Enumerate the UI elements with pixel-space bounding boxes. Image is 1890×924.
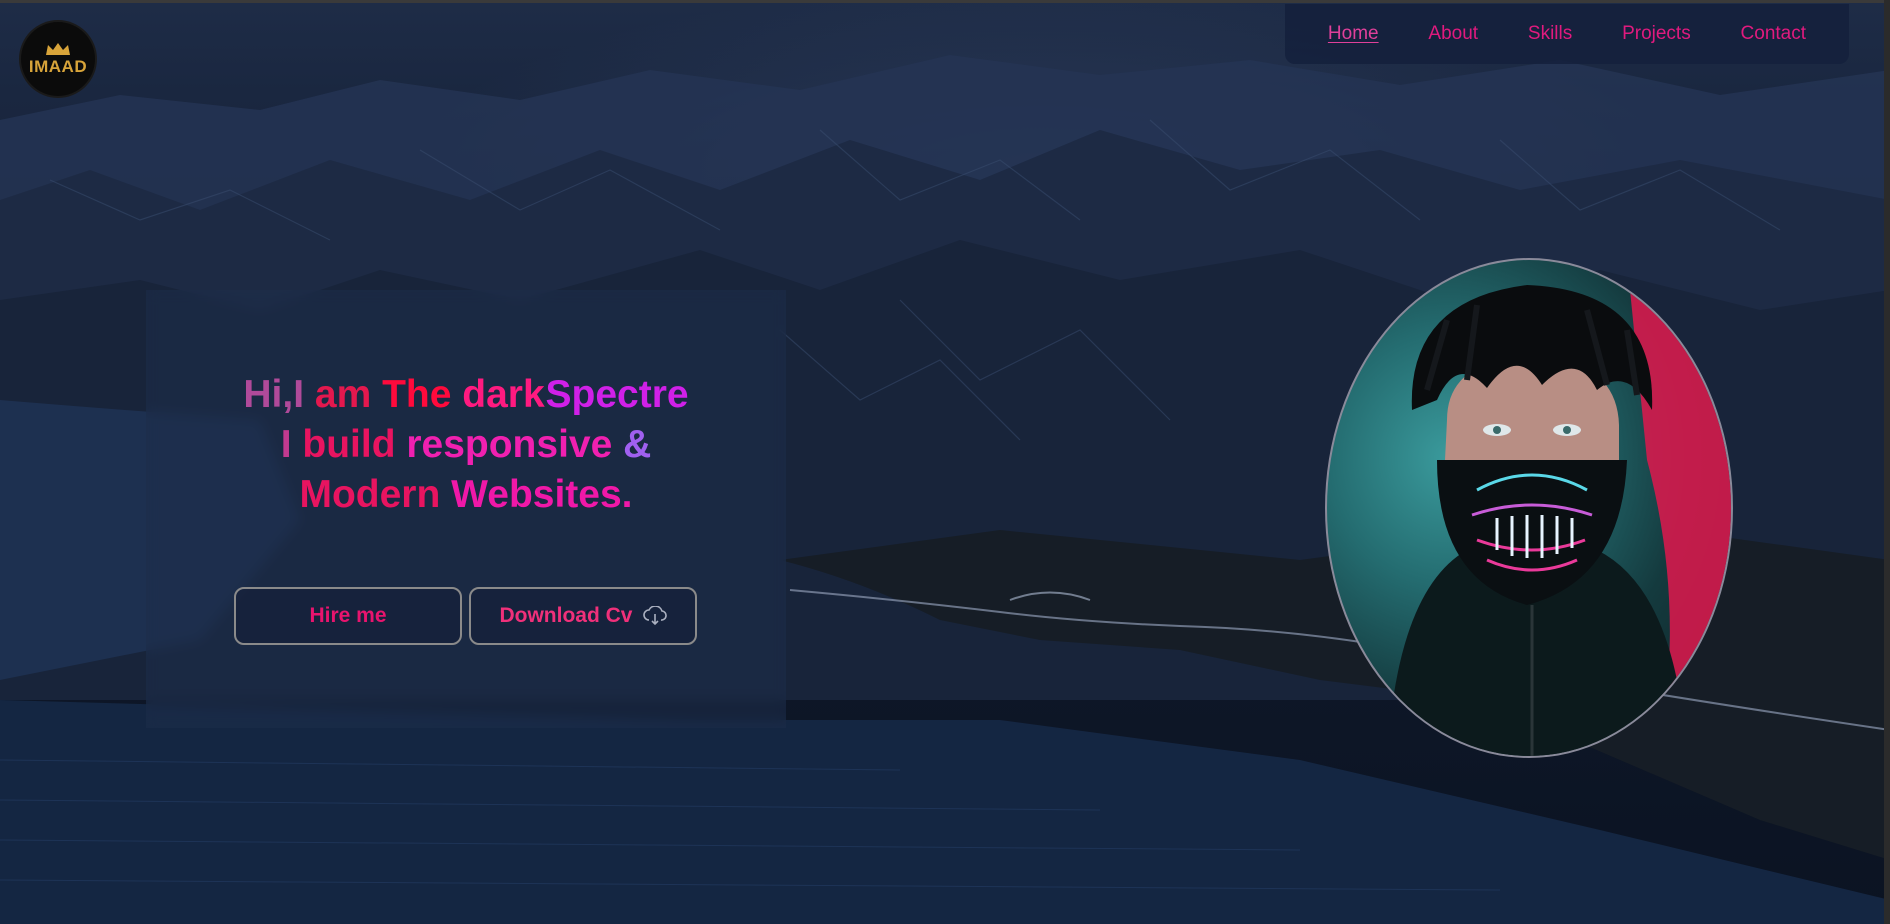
hero-word: responsive bbox=[406, 423, 613, 466]
window-right-edge bbox=[1884, 0, 1890, 924]
hero-line-3: Modern Websites. bbox=[146, 470, 786, 520]
hero-word: I bbox=[280, 423, 292, 466]
hire-me-button[interactable]: Hire me bbox=[234, 587, 462, 645]
hero-word: & bbox=[623, 423, 652, 466]
crown-icon bbox=[46, 42, 70, 55]
logo-text: IMAAD bbox=[28, 56, 88, 76]
hero-line-2: I build responsive & bbox=[146, 420, 786, 470]
main-nav: Home About Skills Projects Contact bbox=[1285, 4, 1849, 64]
window-top-edge bbox=[0, 0, 1890, 3]
download-cv-label: Download Cv bbox=[499, 604, 633, 627]
cloud-download-icon bbox=[642, 606, 667, 626]
hero-word: The bbox=[382, 373, 452, 416]
nav-about[interactable]: About bbox=[1428, 23, 1478, 45]
hero-card: Hi,I am The dark Spectre I build respons… bbox=[146, 290, 786, 728]
hero-line-1: Hi,I am The dark Spectre bbox=[146, 370, 786, 420]
hero-word: Hi,I bbox=[243, 373, 305, 416]
hero-word: dark bbox=[462, 373, 545, 416]
hero-word: am bbox=[314, 373, 372, 416]
nav-skills[interactable]: Skills bbox=[1528, 23, 1572, 45]
nav-projects[interactable]: Projects bbox=[1622, 23, 1691, 45]
hero-title: Hi,I am The dark Spectre I build respons… bbox=[146, 370, 786, 520]
profile-avatar bbox=[1325, 258, 1733, 758]
hero-word: Spectre bbox=[545, 373, 689, 416]
nav-home[interactable]: Home bbox=[1328, 23, 1379, 45]
hero-word: Websites. bbox=[451, 473, 633, 516]
nav-contact[interactable]: Contact bbox=[1741, 23, 1806, 45]
site-logo[interactable]: IMAAD bbox=[21, 22, 95, 96]
download-cv-button[interactable]: Download Cv bbox=[469, 587, 697, 645]
hero-word: Modern bbox=[299, 473, 441, 516]
hero-word: build bbox=[302, 423, 396, 466]
